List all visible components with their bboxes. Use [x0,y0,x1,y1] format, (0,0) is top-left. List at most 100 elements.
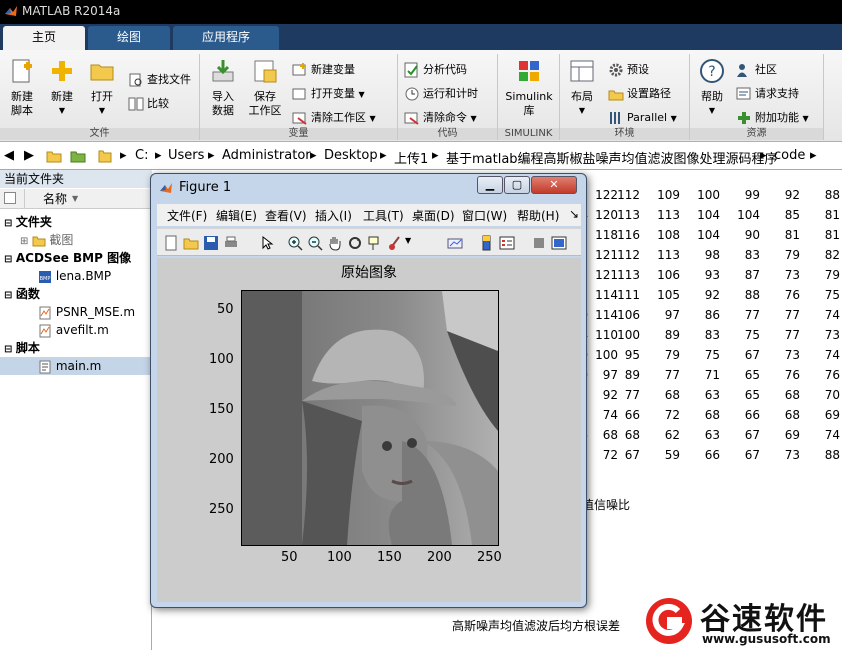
list-item-file[interactable]: main.m [0,357,150,375]
back-arrow-icon[interactable]: ◀ [4,148,14,163]
matrix-cell: 86 [704,308,720,322]
add-ons-button[interactable]: 附加功能 ▼ [736,108,809,128]
list-item-file[interactable]: PSNR_MSE.m [38,303,135,321]
request-support-button[interactable]: 请求支持 [736,84,799,104]
save-workspace-button[interactable]: 保存 工作区 [244,56,286,118]
save-icon[interactable] [203,235,219,251]
list-item-folder[interactable]: ⊞ 截图 [20,231,73,249]
open-button[interactable]: 打开 ▼ [84,56,120,118]
group-functions[interactable]: ⊟ 函数 [4,285,40,303]
breadcrumb-item[interactable]: 上传1 [394,148,428,167]
brush-icon[interactable] [387,235,403,251]
collapse-icon[interactable]: ⊟ [4,254,16,265]
breadcrumb-item[interactable]: C: [135,148,148,163]
checkbox[interactable] [4,192,16,204]
name-column-header[interactable]: 名称 ▼ [0,189,152,209]
matrix-cell: 75 [824,288,840,302]
simulink-library-button[interactable]: Simulink 库 [502,56,556,118]
zoom-in-icon[interactable] [287,235,303,251]
pan-hand-icon[interactable] [327,235,343,251]
matrix-cell: 73 [784,348,800,362]
compare-button[interactable]: 比较 [128,94,169,114]
maximize-button[interactable]: ▢ [504,176,530,194]
new-button[interactable]: 新建 ▼ [44,56,80,118]
pointer-icon[interactable] [259,235,275,251]
y-tick-label: 50 [217,302,234,317]
help-icon: ? [700,59,724,83]
collapse-icon[interactable]: ⊟ [4,290,16,301]
link-plot-icon[interactable] [447,235,463,251]
watermark-logo: 谷速软件 www.gususoft.com [640,592,840,650]
set-path-icon [608,90,624,101]
new-figure-icon[interactable] [163,235,179,251]
expand-icon[interactable]: ⊞ [20,236,32,247]
menu-edit[interactable]: 编辑(E) [216,207,257,224]
new-script-button[interactable]: 新建 脚本 [4,56,40,118]
help-button[interactable]: ? 帮助 ▼ [694,56,730,118]
list-item-file[interactable]: avefilt.m [38,321,109,339]
zoom-out-icon[interactable] [307,235,323,251]
hide-plot-tools-icon[interactable] [531,235,547,251]
menu-file[interactable]: 文件(F) [167,207,207,224]
clear-workspace-button[interactable]: 清除工作区 ▼ [292,108,376,128]
clear-commands-button[interactable]: 清除命令 ▼ [404,108,477,128]
list-item-file[interactable]: BMP lena.BMP [38,267,111,285]
import-data-button[interactable]: 导入 数据 [204,56,242,118]
figure-canvas[interactable]: 原始图象 50 100 150 200 250 50 100 150 200 2… [157,258,581,602]
current-folder-address-bar[interactable]: ◀ ▶ ▸ C: ▸ Users ▸ Administrator ▸ Deskt… [0,142,842,170]
menu-help[interactable]: 帮助(H) [517,207,559,224]
menu-view[interactable]: 查看(V) [265,207,307,224]
collapse-icon[interactable]: ⊟ [4,218,16,229]
chevron-down-icon: ▼ [802,114,809,123]
tab-home[interactable]: 主页 [3,26,85,50]
breadcrumb-item[interactable]: Desktop [324,148,378,163]
group-folders[interactable]: ⊟ 文件夹 [4,213,52,231]
clear-commands-icon [404,112,419,125]
print-icon[interactable] [223,235,239,251]
svg-text:?: ? [708,64,715,80]
analyze-code-button[interactable]: 分析代码 [404,60,467,80]
breadcrumb-item[interactable]: Users [168,148,204,163]
menu-tools[interactable]: 工具(T) [363,207,404,224]
set-path-button[interactable]: 设置路径 [608,84,671,104]
show-plot-tools-icon[interactable] [551,235,567,251]
menu-desktop[interactable]: 桌面(D) [412,207,455,224]
forward-arrow-icon[interactable]: ▶ [24,148,34,163]
matrix-cell: 112 [617,248,640,262]
tab-apps[interactable]: 应用程序 [173,26,279,50]
data-cursor-icon[interactable] [367,235,383,251]
collapse-icon[interactable]: ⊟ [4,344,16,355]
new-variable-button[interactable]: 新建变量 [292,60,355,80]
menu-window[interactable]: 窗口(W) [462,207,507,224]
open-file-icon[interactable] [183,235,199,251]
matrix-cell: 98 [704,248,720,262]
breadcrumb-item[interactable]: code [774,148,805,163]
parallel-button[interactable]: Parallel ▼ [608,108,677,128]
menu-overflow-icon[interactable]: ↘ [569,207,579,221]
matrix-cell: 89 [664,328,680,342]
open-variable-button[interactable]: 打开变量 ▼ [292,84,365,104]
image-axes[interactable] [241,290,499,546]
close-button[interactable]: ✕ [531,176,577,194]
chevron-down-icon[interactable]: ▼ [405,236,411,245]
tab-plots[interactable]: 绘图 [88,26,170,50]
matrix-cell: 81 [784,228,800,242]
menu-insert[interactable]: 插入(I) [315,207,352,224]
rotate-3d-icon[interactable] [347,235,363,251]
colorbar-icon[interactable] [479,235,495,251]
matrix-cell: 79 [664,348,680,362]
figure-window[interactable]: Figure 1 ▁ ▢ ✕ 文件(F) 编辑(E) 查看(V) 插入(I) 工… [150,173,587,608]
run-and-time-button[interactable]: 运行和计时 [404,84,478,104]
minimize-button[interactable]: ▁ [477,176,503,194]
legend-icon[interactable] [499,235,515,251]
breadcrumb-item[interactable]: 基于matlab编程高斯椒盐噪声均值滤波图像处理源码程序 [446,148,778,167]
group-bmp-images[interactable]: ⊟ ACDSee BMP 图像 [4,249,131,267]
group-scripts[interactable]: ⊟ 脚本 [4,339,40,357]
browse-folder-icon[interactable] [70,148,86,164]
preferences-button[interactable]: 预设 [608,60,649,80]
layout-button[interactable]: 布局 ▼ [564,56,600,118]
find-files-button[interactable]: 查找文件 [128,70,191,90]
community-button[interactable]: 社区 [736,60,777,80]
up-folder-icon[interactable] [46,148,62,164]
breadcrumb-item[interactable]: Administrator [222,148,311,163]
